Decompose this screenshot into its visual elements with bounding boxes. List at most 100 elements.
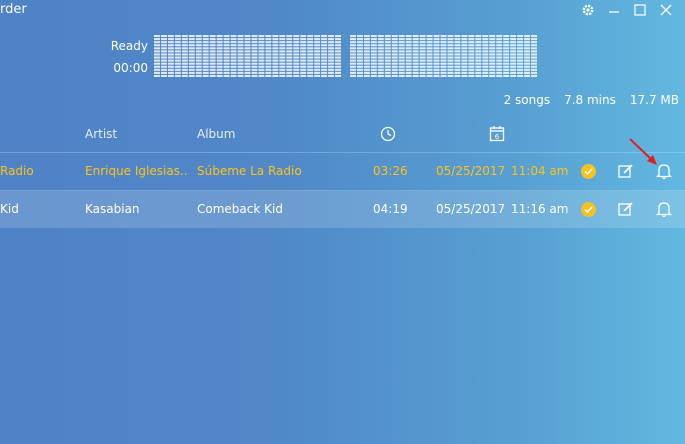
meter-cell (244, 71, 251, 74)
meter-cell (244, 68, 251, 71)
meter-cell (384, 59, 391, 62)
meter-cell (209, 59, 216, 62)
meter-cell (279, 50, 286, 53)
meter-cell (517, 74, 524, 77)
meter-cell (202, 65, 209, 68)
meter-cell (405, 50, 412, 53)
meter-cell (154, 47, 160, 50)
meter-cell (405, 35, 412, 38)
meter-cell (154, 41, 160, 44)
meter-cell (433, 35, 440, 38)
meter-cell (447, 71, 454, 74)
meter-cell (524, 71, 531, 74)
meter-cell (335, 68, 341, 71)
meter-cell (286, 68, 293, 71)
meter-cell (510, 53, 517, 56)
meter-cell (412, 47, 419, 50)
meter-cell (321, 74, 328, 77)
meter-cell (454, 62, 461, 65)
meter-cell (468, 56, 475, 59)
meter-cell (244, 50, 251, 53)
meter-cell (454, 56, 461, 59)
meter-cell (265, 56, 272, 59)
meter-cell (461, 47, 468, 50)
meter-cell (230, 38, 237, 41)
meter-cell (279, 65, 286, 68)
maximize-button[interactable] (627, 0, 653, 20)
meter-cell (188, 47, 195, 50)
meter-cell (174, 38, 181, 41)
meter-cell (328, 56, 335, 59)
meter-cell (489, 38, 496, 41)
meter-cell (286, 71, 293, 74)
meter-cell (251, 41, 258, 44)
meter-cell (174, 74, 181, 77)
column-length[interactable] (380, 126, 396, 145)
meter-cell (314, 53, 321, 56)
meter-cell (272, 38, 279, 41)
meter-cell (251, 44, 258, 47)
meter-cell (237, 62, 244, 65)
meter-cell (461, 71, 468, 74)
meter-cell (391, 41, 398, 44)
cell-artist: Enrique Iglesias... (85, 164, 189, 178)
meter-cell (510, 71, 517, 74)
meter-cell (335, 50, 341, 53)
meter-cell (496, 50, 503, 53)
meter-cell (350, 71, 356, 74)
meter-cell (377, 38, 384, 41)
table-row[interactable]: Radio Enrique Iglesias... Súbeme La Radi… (0, 153, 685, 190)
meter-cell (482, 44, 489, 47)
meter-cell (237, 41, 244, 44)
meter-cell (202, 59, 209, 62)
meter-cell (398, 41, 405, 44)
column-date[interactable]: 6 (489, 125, 505, 145)
meter-cell (251, 50, 258, 53)
meter-cell (377, 35, 384, 38)
meter-cell (237, 71, 244, 74)
settings-button[interactable] (575, 0, 601, 20)
meter-cell (489, 50, 496, 53)
meter-cell (307, 56, 314, 59)
meter-cell (244, 59, 251, 62)
meter-cell (419, 35, 426, 38)
meter-cell (426, 44, 433, 47)
column-album[interactable]: Album (197, 127, 235, 141)
meter-cell (293, 68, 300, 71)
table-row[interactable]: Kid Kasabian Comeback Kid 04:19 05/25/20… (0, 191, 685, 228)
meter-cell (517, 68, 524, 71)
meter-cell (251, 62, 258, 65)
meter-cell (475, 41, 482, 44)
meter-cell (181, 38, 188, 41)
meter-cell (391, 71, 398, 74)
meter-cell (412, 71, 419, 74)
minimize-button[interactable] (601, 0, 627, 20)
meter-cell (350, 62, 356, 65)
meter-cell (335, 44, 341, 47)
meter-cell (363, 59, 370, 62)
close-button[interactable] (653, 0, 679, 20)
meter-cell (230, 74, 237, 77)
meter-cell (370, 50, 377, 53)
meter-cell (440, 65, 447, 68)
meter-cell (370, 38, 377, 41)
edit-button[interactable] (617, 200, 635, 218)
meter-cell (350, 56, 356, 59)
meter-cell (216, 50, 223, 53)
meter-cell (314, 62, 321, 65)
meter-cell (160, 74, 167, 77)
meter-cell (167, 47, 174, 50)
meter-cell (412, 65, 419, 68)
maximize-icon (634, 4, 646, 16)
alarm-button[interactable] (655, 200, 673, 218)
meter-cell (251, 47, 258, 50)
meter-cell (286, 74, 293, 77)
meter-cell (489, 44, 496, 47)
meter-cell (356, 59, 363, 62)
close-icon (660, 4, 672, 16)
meter-cell (335, 62, 341, 65)
meter-cell (188, 68, 195, 71)
meter-cell (272, 35, 279, 38)
meter-cell (440, 62, 447, 65)
column-artist[interactable]: Artist (85, 127, 117, 141)
